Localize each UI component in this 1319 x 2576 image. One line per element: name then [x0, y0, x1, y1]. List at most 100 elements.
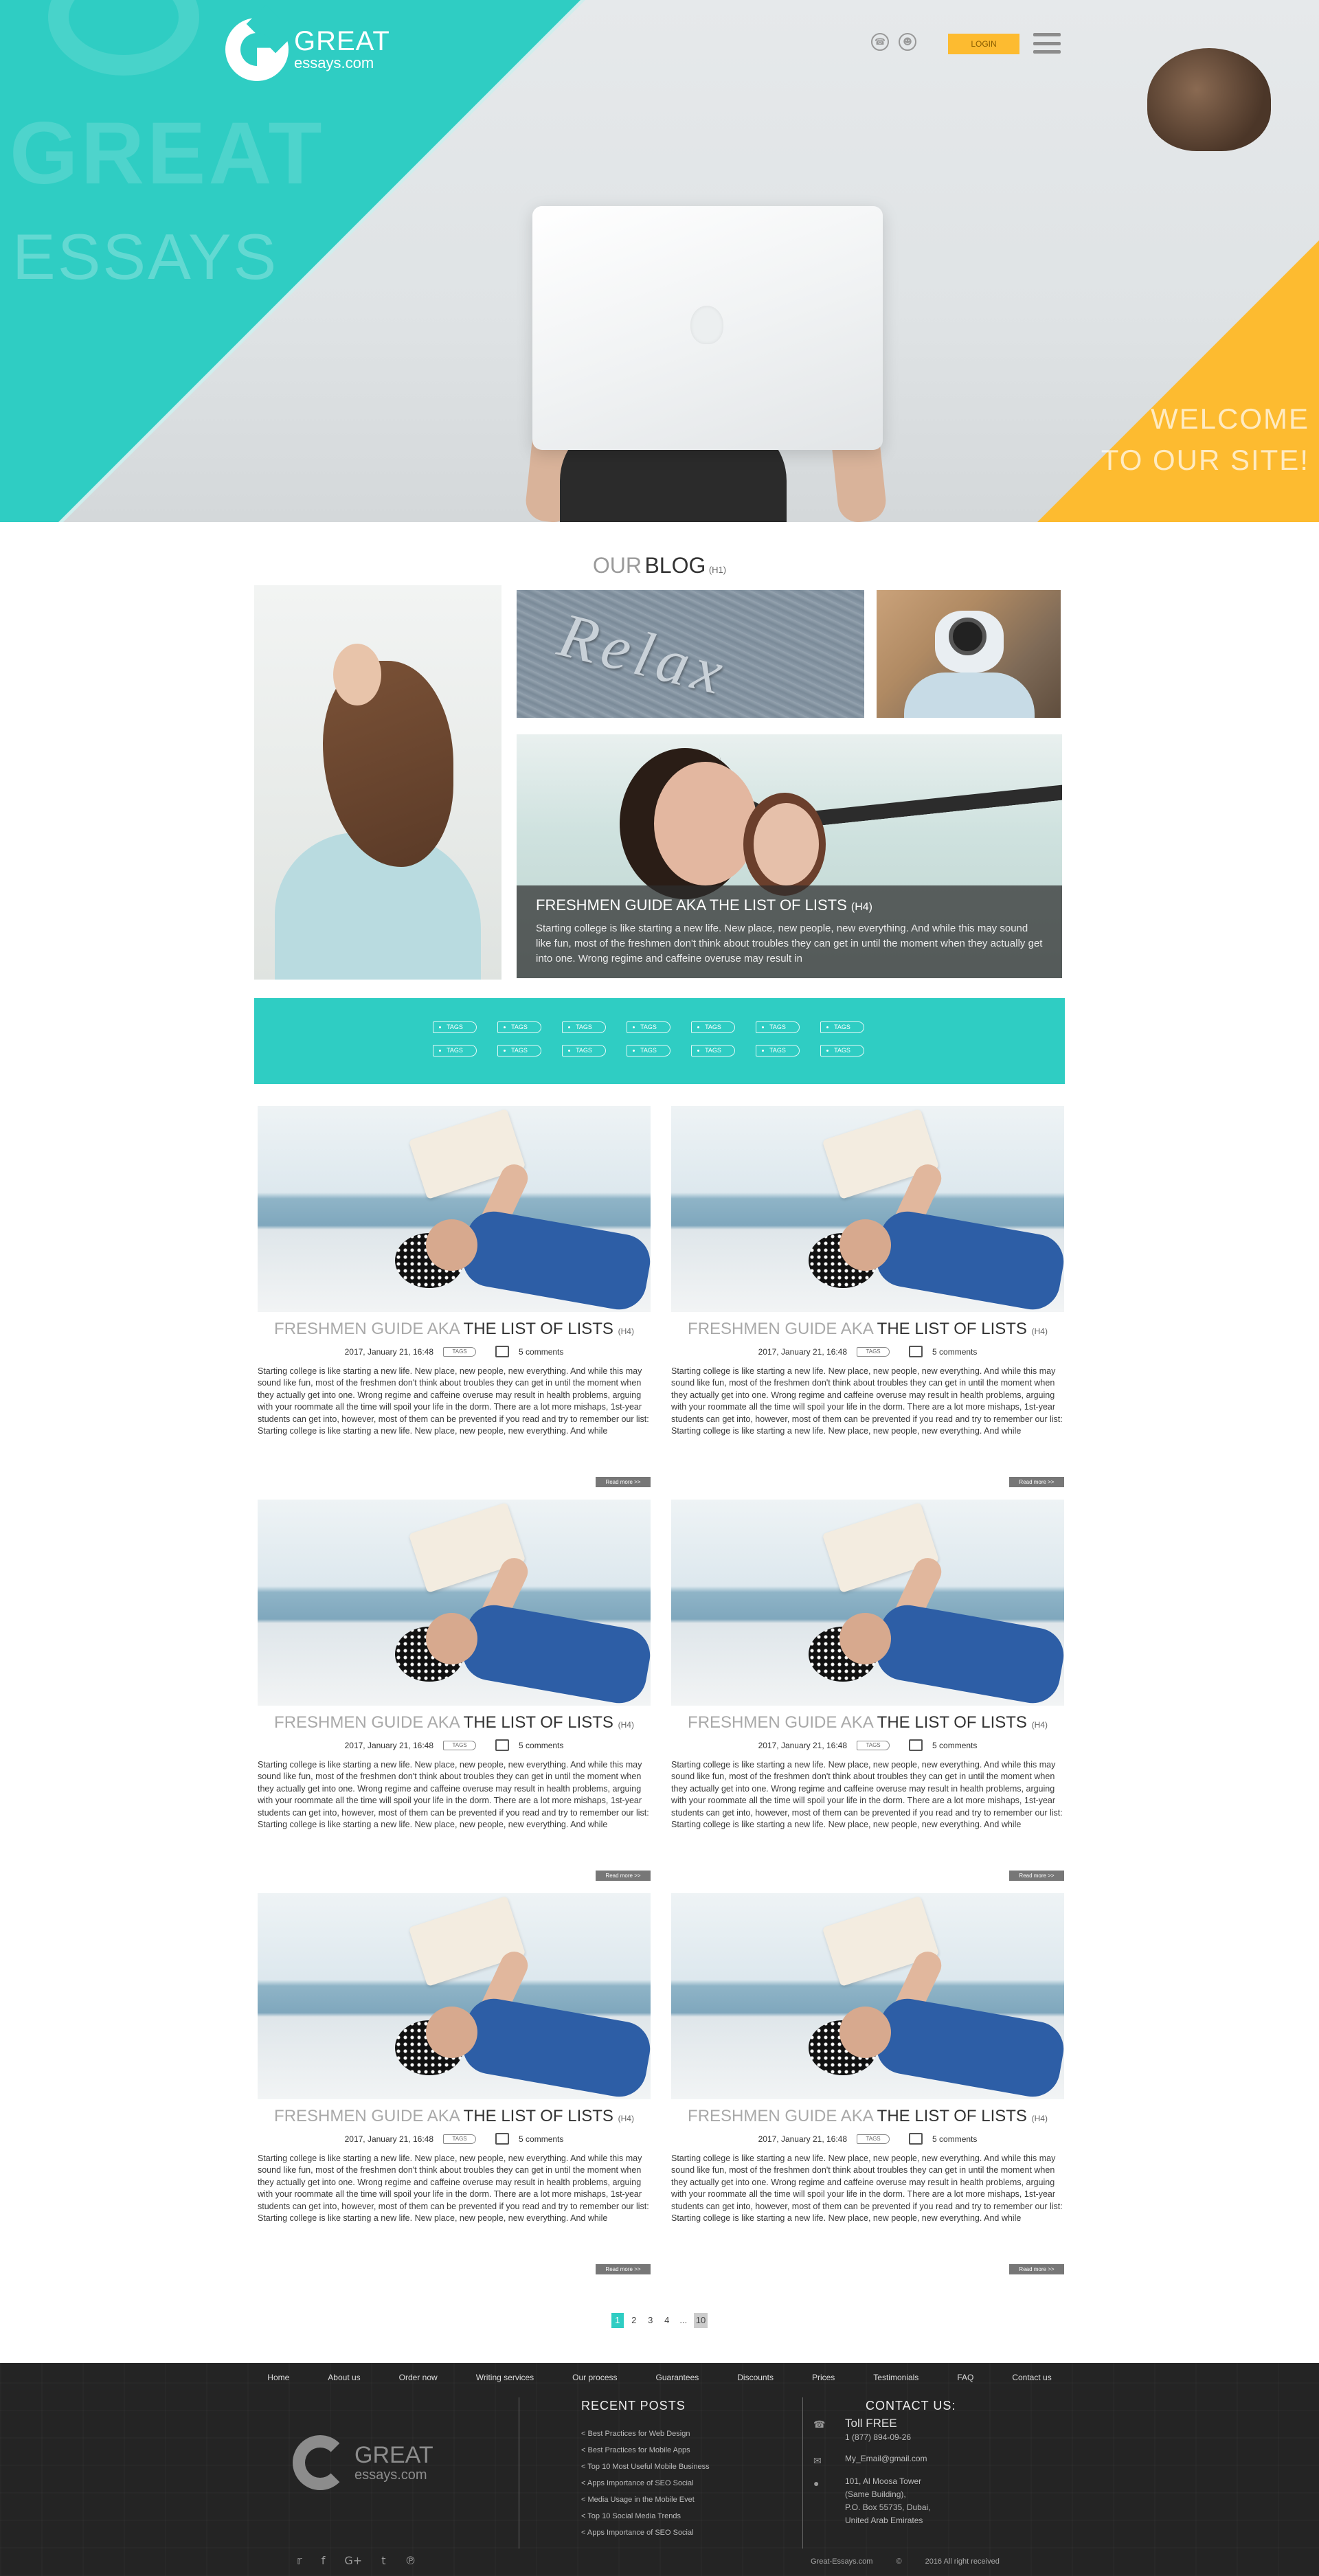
post-title[interactable]: FRESHMEN GUIDE AKA THE LIST OF LISTS (H4…: [671, 1319, 1064, 1342]
recent-post-link[interactable]: < Top 10 Social Media Trends: [581, 2508, 710, 2524]
login-button[interactable]: LOGIN: [948, 34, 1019, 54]
post-body-text: Starting college is like starting a new …: [671, 1366, 1063, 1424]
recent-post-link[interactable]: < Apps Importance of SEO Social: [581, 2524, 710, 2541]
location-pin-icon: ●: [813, 2478, 820, 2489]
post-comments[interactable]: 5 comments: [519, 1347, 563, 1357]
phone-number: 1 (877) 894-09-26: [845, 2432, 912, 2442]
site-name[interactable]: Great-Essays.com: [811, 2557, 872, 2566]
tag-chip[interactable]: TAGS: [433, 1021, 477, 1033]
tag-chip[interactable]: TAGS: [562, 1021, 606, 1033]
pagination-page[interactable]: 4: [661, 2313, 673, 2328]
comment-icon[interactable]: [909, 1346, 923, 1357]
tag-chip[interactable]: TAGS: [562, 1045, 606, 1057]
tag-chip[interactable]: TAGS: [433, 1045, 477, 1057]
tag-chip[interactable]: TAGS: [627, 1045, 670, 1057]
tag-chip[interactable]: TAGS: [691, 1045, 735, 1057]
post-comments[interactable]: 5 comments: [519, 1741, 563, 1750]
phone-icon[interactable]: ☎: [871, 33, 889, 51]
pagination-page[interactable]: 3: [644, 2313, 657, 2328]
featured-post-card[interactable]: FRESHMEN GUIDE AKA THE LIST OF LISTS (H4…: [517, 734, 1062, 978]
footer-nav-link[interactable]: Contact us: [993, 2373, 1070, 2382]
footer-logo-text: GREAT essays.com: [354, 2443, 433, 2483]
footer-nav-link[interactable]: About us: [308, 2373, 379, 2382]
post-shirt: [872, 1207, 1064, 1312]
footer-nav-link[interactable]: Guarantees: [637, 2373, 719, 2382]
recent-post-link[interactable]: < Apps Importance of SEO Social: [581, 2475, 710, 2492]
read-more-button[interactable]: Read more >>: [1009, 1871, 1064, 1881]
tag-chip[interactable]: TAGS: [756, 1045, 800, 1057]
footer-logo-sub: essays.com: [354, 2467, 427, 2483]
post-tag[interactable]: TAGS: [443, 2134, 477, 2144]
footer-nav-link[interactable]: Testimonials: [854, 2373, 938, 2382]
recent-post-link[interactable]: < Best Practices for Web Design: [581, 2426, 710, 2442]
post-comments[interactable]: 5 comments: [519, 2134, 563, 2144]
footer-nav-link[interactable]: Discounts: [718, 2373, 793, 2382]
comment-icon[interactable]: [909, 2133, 923, 2145]
post-tag[interactable]: TAGS: [443, 1346, 477, 1357]
post-title[interactable]: FRESHMEN GUIDE AKA THE LIST OF LISTS (H4…: [671, 1713, 1064, 1735]
recent-post-link[interactable]: < Best Practices for Mobile Apps: [581, 2442, 710, 2459]
post-title[interactable]: FRESHMEN GUIDE AKA THE LIST OF LISTS (H4…: [258, 2106, 651, 2129]
featured-title[interactable]: FRESHMEN GUIDE AKA THE LIST OF LISTS (H4…: [536, 896, 1043, 914]
post-title[interactable]: FRESHMEN GUIDE AKA THE LIST OF LISTS (H4…: [258, 1713, 651, 1735]
post-image[interactable]: [671, 1893, 1064, 2099]
tag-chip[interactable]: TAGS: [756, 1021, 800, 1033]
footer-nav-link[interactable]: Home: [248, 2373, 308, 2382]
read-more-button[interactable]: Read more >>: [1009, 1477, 1064, 1487]
post-comments[interactable]: 5 comments: [932, 1741, 977, 1750]
read-more-button[interactable]: Read more >>: [596, 2264, 651, 2274]
tumblr-icon[interactable]: t: [381, 2554, 385, 2567]
post-title[interactable]: FRESHMEN GUIDE AKA THE LIST OF LISTS (H4…: [671, 2106, 1064, 2129]
post-image[interactable]: [258, 1500, 651, 1706]
featured-woman-image[interactable]: [254, 585, 501, 980]
pagination-page[interactable]: 10: [693, 2313, 708, 2328]
phone-icon: ☎: [813, 2419, 826, 2430]
post-meta: 2017, January 21, 16:48 TAGS 5 comments: [671, 2133, 1064, 2145]
tag-chip[interactable]: TAGS: [627, 1021, 670, 1033]
google-plus-icon[interactable]: G+: [344, 2554, 362, 2567]
footer-nav-link[interactable]: Writing services: [457, 2373, 553, 2382]
contact-email[interactable]: My_Email@gmail.com: [845, 2452, 927, 2467]
site-logo[interactable]: GREAT essays.com: [225, 15, 390, 84]
read-more-button[interactable]: Read more >>: [1009, 2264, 1064, 2274]
post-tag[interactable]: TAGS: [857, 1346, 890, 1357]
user-icon[interactable]: ☻: [899, 33, 916, 51]
menu-icon[interactable]: [1033, 33, 1061, 54]
tag-chip[interactable]: TAGS: [497, 1045, 541, 1057]
tag-chip[interactable]: TAGS: [820, 1021, 864, 1033]
post-image[interactable]: [671, 1106, 1064, 1312]
post-tag[interactable]: TAGS: [857, 2134, 890, 2144]
pinterest-icon[interactable]: ℗: [405, 2554, 416, 2567]
post-comments[interactable]: 5 comments: [932, 2134, 977, 2144]
pagination-page[interactable]: 2: [628, 2313, 640, 2328]
post-comments[interactable]: 5 comments: [932, 1347, 977, 1357]
post-title[interactable]: FRESHMEN GUIDE AKA THE LIST OF LISTS (H4…: [258, 1319, 651, 1342]
featured-camera-image[interactable]: [877, 590, 1061, 718]
footer-nav-link[interactable]: FAQ: [938, 2373, 993, 2382]
read-more-button[interactable]: Read more >>: [596, 1871, 651, 1881]
facebook-icon[interactable]: f: [322, 2554, 326, 2567]
comment-icon[interactable]: [495, 1739, 510, 1751]
post-image[interactable]: [258, 1106, 651, 1312]
footer-nav-link[interactable]: Prices: [793, 2373, 854, 2382]
post-tag[interactable]: TAGS: [857, 1740, 890, 1750]
footer-nav-link[interactable]: Our process: [553, 2373, 636, 2382]
post-tag[interactable]: TAGS: [443, 1740, 477, 1750]
tag-chip[interactable]: TAGS: [497, 1021, 541, 1033]
footer-nav-link[interactable]: Order now: [380, 2373, 457, 2382]
contact-phone[interactable]: Toll FREE 1 (877) 894-09-26: [845, 2416, 911, 2444]
footer-logo[interactable]: GREAT essays.com: [293, 2435, 433, 2490]
tag-chip[interactable]: TAGS: [820, 1045, 864, 1057]
comment-icon[interactable]: [495, 1346, 510, 1357]
recent-post-link[interactable]: < Top 10 Most Useful Mobile Business: [581, 2459, 710, 2475]
recent-post-link[interactable]: < Media Usage in the Mobile Evet: [581, 2492, 710, 2508]
post-image[interactable]: [671, 1500, 1064, 1706]
pagination-page[interactable]: 1: [611, 2313, 624, 2328]
featured-sand-image[interactable]: Relax: [517, 590, 864, 718]
tag-chip[interactable]: TAGS: [691, 1021, 735, 1033]
comment-icon[interactable]: [495, 2133, 510, 2145]
twitter-icon[interactable]: 𝕣: [297, 2554, 302, 2567]
read-more-button[interactable]: Read more >>: [596, 1477, 651, 1487]
comment-icon[interactable]: [909, 1739, 923, 1751]
post-image[interactable]: [258, 1893, 651, 2099]
